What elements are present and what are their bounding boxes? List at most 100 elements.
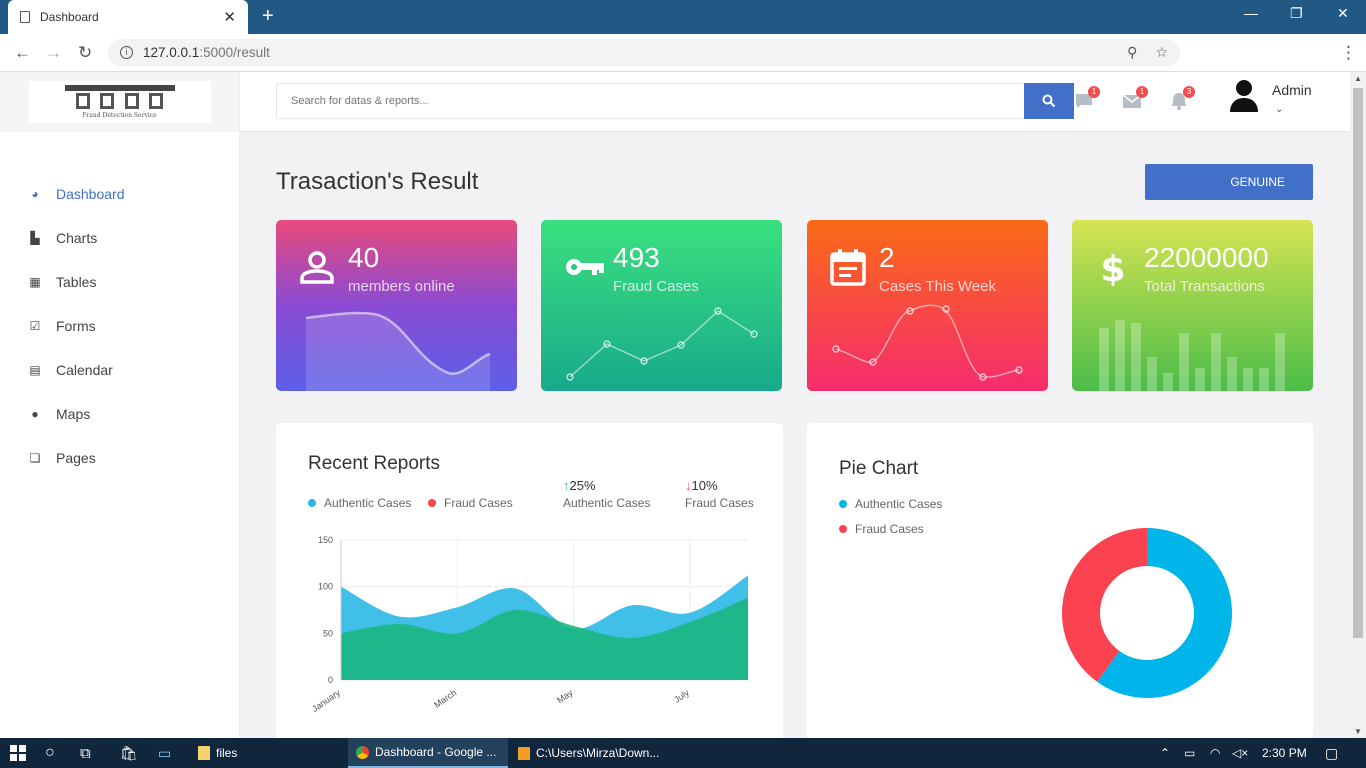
stat-value: 22000000 <box>1144 242 1269 273</box>
sidebar-item-label: Charts <box>56 230 98 246</box>
authentic-pct-value: 25% <box>569 478 596 493</box>
windows-start-icon[interactable] <box>10 738 26 768</box>
show-hidden-icons-icon[interactable]: ⌃ <box>1160 738 1170 768</box>
scrollbar-thumb[interactable] <box>1353 88 1363 638</box>
mail-button[interactable]: 1 <box>1122 86 1148 110</box>
legend-dot <box>428 499 436 507</box>
sidebar-item-forms[interactable]: ☑ Forms <box>0 304 239 348</box>
notifications-badge: 3 <box>1183 86 1195 98</box>
legend-fraud: Fraud Cases <box>428 496 513 510</box>
result-button[interactable]: GENUINE <box>1145 164 1313 200</box>
sidebar-item-tables[interactable]: ▦ Tables <box>0 260 239 304</box>
recent-reports-chart: 0 50 100 150 January March May July <box>310 535 748 714</box>
user-name[interactable]: Admin <box>1272 82 1312 98</box>
close-tab-icon[interactable]: ✕ <box>223 8 236 26</box>
table-icon: ▦ <box>29 275 41 289</box>
logo[interactable]: Fraud Detection Service <box>28 81 211 123</box>
y-tick-label: 100 <box>318 582 333 592</box>
taskbar-sublime[interactable]: C:\Users\Mirza\Down... <box>510 738 670 768</box>
notifications-button[interactable]: 3 <box>1169 86 1195 110</box>
card-title: Recent Reports <box>308 453 441 474</box>
legend-label: Authentic Cases <box>855 497 943 511</box>
y-tick-label: 0 <box>328 675 333 685</box>
sidebar-item-label: Pages <box>56 450 96 466</box>
sidebar-nav: ◕ Dashboard ▙ Charts ▦ Tables ☑ Forms ▤ … <box>0 172 239 480</box>
search-button[interactable] <box>1024 83 1074 119</box>
wifi-icon[interactable]: ◠ <box>1210 738 1220 768</box>
cases-week-sparkline <box>832 304 1023 381</box>
fraud-cases-sparkline <box>566 307 758 381</box>
notification-center-icon[interactable]: ▢ <box>1325 738 1338 768</box>
checkbox-icon: ☑ <box>29 319 41 333</box>
mail-badge: 1 <box>1136 86 1148 98</box>
info-icon[interactable]: i <box>120 46 133 59</box>
close-window-icon[interactable]: ✕ <box>1337 5 1349 22</box>
messages-button[interactable]: 1 <box>1074 86 1100 110</box>
legend-dot <box>839 500 847 508</box>
taskbar-label: C:\Users\Mirza\Down... <box>536 746 660 760</box>
sidebar-item-pages[interactable]: ❏ Pages <box>0 436 239 480</box>
browser-toolbar: ← → ↻ i 127.0.0.1:5000/result ⚲ ☆ ⋮ <box>0 34 1366 94</box>
sidebar-item-dashboard[interactable]: ◕ Dashboard <box>0 172 239 216</box>
stat-card-total-transactions: $ 22000000 Total Transactions <box>1072 220 1313 391</box>
app-icon[interactable]: ▭ <box>158 738 171 768</box>
page-scrollbar[interactable]: ▲ ▼ <box>1350 72 1366 738</box>
zoom-icon[interactable]: ⚲ <box>1127 44 1137 61</box>
volume-muted-icon[interactable]: ◁× <box>1232 738 1248 768</box>
scroll-up-icon[interactable]: ▲ <box>1354 74 1362 83</box>
sidebar-item-maps[interactable]: ● Maps <box>0 392 239 436</box>
chrome-icon <box>356 745 369 759</box>
stat-value: 40 <box>348 242 380 273</box>
document-icon <box>20 11 30 23</box>
x-tick-label: July <box>672 687 691 705</box>
sidebar-item-calendar[interactable]: ▤ Calendar <box>0 348 239 392</box>
cortana-icon[interactable]: ○ <box>45 738 55 768</box>
fraud-pct-label: Fraud Cases <box>685 496 754 510</box>
browser-tab[interactable]: Dashboard ✕ <box>8 0 248 34</box>
forward-icon[interactable]: → <box>45 43 62 63</box>
pages-icon: ❏ <box>29 451 41 465</box>
stat-label: Total Transactions <box>1144 278 1265 295</box>
taskbar-files[interactable]: files <box>190 738 245 768</box>
calendar-icon <box>830 249 866 286</box>
legend-label: Fraud Cases <box>855 522 924 536</box>
x-tick-label: May <box>555 687 575 705</box>
restore-icon[interactable]: ❐ <box>1290 5 1303 22</box>
battery-icon[interactable]: ▭ <box>1184 738 1195 768</box>
address-bar[interactable]: i 127.0.0.1:5000/result ⚲ ☆ <box>108 39 1180 66</box>
scroll-down-icon[interactable]: ▼ <box>1354 727 1362 736</box>
sidebar-item-label: Calendar <box>56 362 113 378</box>
sidebar-item-label: Tables <box>56 274 97 290</box>
minimize-icon[interactable]: — <box>1244 5 1258 21</box>
task-view-icon[interactable]: ⧉ <box>80 738 91 768</box>
avatar[interactable] <box>1226 76 1262 112</box>
taskbar-chrome[interactable]: Dashboard - Google ... <box>348 738 508 768</box>
store-icon[interactable]: 🛍 <box>120 738 138 768</box>
sidebar: Fraud Detection Service ◕ Dashboard ▙ Ch… <box>0 72 240 738</box>
clock[interactable]: 2:30 PM <box>1262 738 1307 768</box>
sublime-icon <box>518 746 530 760</box>
reload-icon[interactable]: ↻ <box>78 43 92 63</box>
logo-caption: Fraud Detection Service <box>82 112 157 119</box>
authentic-pct-label: Authentic Cases <box>563 496 651 510</box>
chart-icon: ▙ <box>30 231 40 245</box>
menu-icon[interactable]: ⋮ <box>1340 43 1357 63</box>
legend-dot <box>308 499 316 507</box>
y-tick-label: 50 <box>323 628 333 638</box>
stat-label: Fraud Cases <box>613 278 699 295</box>
user-silhouette-icon <box>1230 80 1258 112</box>
sidebar-item-charts[interactable]: ▙ Charts <box>0 216 239 260</box>
back-icon[interactable]: ← <box>14 43 31 63</box>
map-pin-icon: ● <box>31 407 39 421</box>
bookmark-star-icon[interactable]: ☆ <box>1155 44 1168 61</box>
legend-label: Authentic Cases <box>324 496 412 510</box>
legend-authentic: Authentic Cases <box>308 496 411 510</box>
fraud-pct: ↓10% <box>685 478 718 493</box>
search-input[interactable] <box>277 84 1017 118</box>
legend-fraud: Fraud Cases <box>839 522 924 536</box>
legend-dot <box>839 525 847 533</box>
fraud-pct-value: 10% <box>691 478 718 493</box>
new-tab-button[interactable]: + <box>262 5 274 28</box>
sidebar-item-label: Forms <box>56 318 96 334</box>
chevron-down-icon[interactable]: ⌄ <box>1275 104 1283 115</box>
